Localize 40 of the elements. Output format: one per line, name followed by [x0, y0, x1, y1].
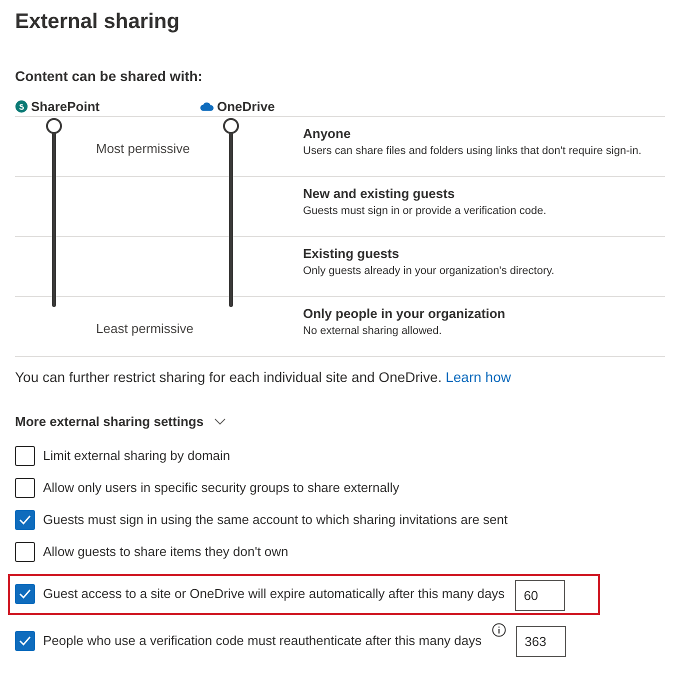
level-title: Existing guests: [303, 245, 400, 263]
option-label: People who use a verification code must reauthenticate after this many days: [43, 632, 482, 650]
checkbox[interactable]: [15, 446, 35, 466]
checkmark-icon: [19, 636, 31, 646]
note-text: You can further restrict sharing for each individual site and OneDrive. Learn how: [15, 368, 511, 387]
option-label: Allow guests to share items they don't own: [43, 542, 288, 561]
checkbox[interactable]: [15, 542, 35, 562]
page-title: External sharing: [15, 9, 180, 35]
slider-label: Least permissive: [96, 320, 194, 338]
learn-how-link[interactable]: Learn how: [446, 369, 511, 385]
level-description: Only guests already in your organization's directory.: [303, 264, 554, 279]
column-header: OneDrive: [217, 98, 275, 116]
section-label: Content can be shared with:: [15, 67, 202, 86]
column-header: SharePoint: [31, 98, 100, 116]
slider-thumb[interactable]: [223, 118, 239, 134]
checkbox[interactable]: [15, 478, 35, 498]
checkbox[interactable]: [15, 584, 35, 604]
option-label: Guests must sign in using the same account to which sharing invitations are sent: [43, 510, 508, 529]
cloud-icon: [200, 102, 214, 111]
level-description: No external sharing allowed.: [303, 324, 442, 339]
level-title: New and existing guests: [303, 185, 455, 203]
level-description: Guests must sign in or provide a verification code.: [303, 204, 546, 219]
days-field[interactable]: 363: [516, 626, 566, 657]
level-title: Anyone: [303, 125, 351, 143]
level-description: Users can share files and folders using links that don't require sign-in.: [303, 144, 642, 159]
info-icon[interactable]: [492, 622, 506, 636]
more-settings-toggle[interactable]: More external sharing settings: [15, 412, 226, 432]
checkbox[interactable]: [15, 510, 35, 530]
chevron-icon: [214, 418, 226, 426]
checkmark-icon: [19, 514, 31, 524]
option-label: Guest access to a site or OneDrive will expire automatically after this many days: [43, 585, 505, 604]
checkmark-icon: [19, 589, 31, 599]
slider-thumb[interactable]: [46, 118, 62, 134]
option-label: Allow only users in specific security groups to share externally: [43, 478, 400, 497]
checkbox[interactable]: [15, 630, 35, 650]
option-label: Limit external sharing by domain: [43, 446, 230, 465]
slider-label: Most permissive: [96, 140, 190, 158]
sharepoint-icon: [15, 100, 28, 113]
days-field[interactable]: 60: [514, 580, 565, 610]
level-title: Only people in your organization: [303, 305, 506, 323]
